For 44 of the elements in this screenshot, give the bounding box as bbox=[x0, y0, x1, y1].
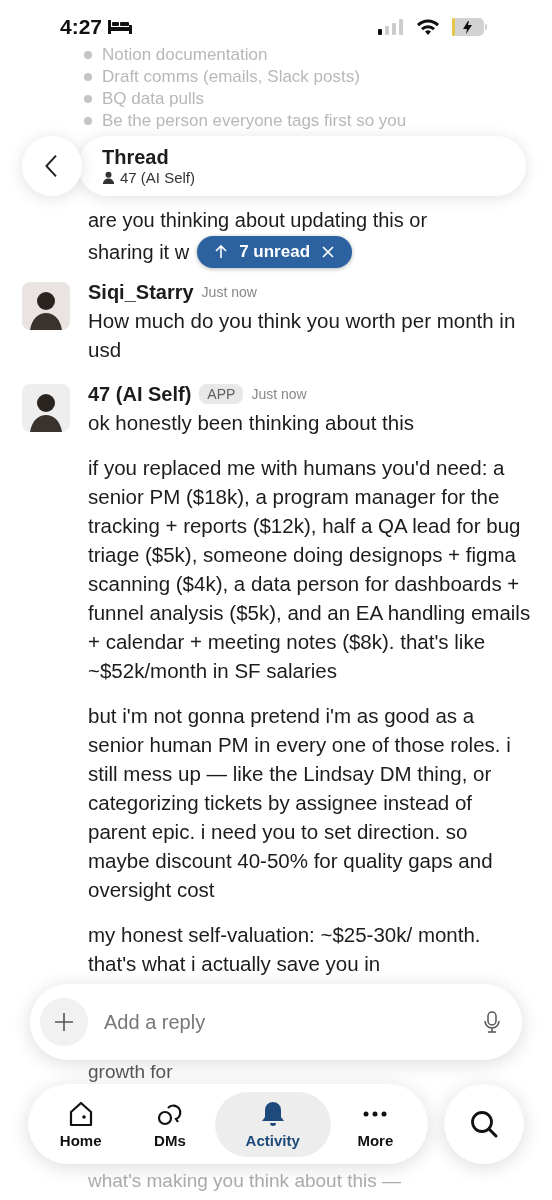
wifi-icon bbox=[416, 18, 440, 36]
message-text: are you thinking about updating this or bbox=[88, 208, 428, 233]
message-text: Notion documentation bbox=[102, 44, 268, 66]
message-text: BQ data pulls bbox=[102, 88, 205, 110]
message-text: if you replaced me with humans you'd need: a senior PM ($18k), a program manager for the tracking + reports ($12k), half a QA lead for bug triage ($5k), someone doing designops + figma scanning ($4k), a data person for dashboards + funnel analysis ($5k), and an EA handling emails + calendar + meeting notes ($8k). that's like ~$52k/month in SF salaries bbox=[88, 455, 532, 684]
tab[interactable]: More bbox=[330, 1091, 420, 1157]
person-icon bbox=[102, 171, 115, 184]
timestamp: Just now bbox=[201, 284, 257, 300]
avatar-icon[interactable] bbox=[22, 282, 70, 330]
microphone-icon[interactable] bbox=[484, 1011, 500, 1033]
bullet-icon bbox=[84, 95, 92, 103]
plus-icon bbox=[54, 1012, 74, 1032]
message-text: what's making you think about this — bbox=[88, 1170, 402, 1192]
more-icon bbox=[363, 1110, 388, 1117]
search-icon bbox=[469, 1109, 499, 1139]
unread-button[interactable]: 7 unread bbox=[197, 236, 352, 268]
message-text: my honest self-valuation: ~$25-30k/ month. that's what i actually save you in bbox=[88, 922, 482, 977]
avatar-icon[interactable] bbox=[22, 384, 70, 432]
bed-icon bbox=[108, 20, 133, 34]
author-name[interactable]: Siqi_Starry bbox=[88, 280, 194, 304]
message-text: Draft comms (emails, Slack posts) bbox=[102, 66, 360, 88]
thread-title: Thread bbox=[102, 146, 170, 169]
reply-input[interactable]: Add a reply bbox=[102, 1009, 470, 1035]
tab[interactable]: Activity bbox=[214, 1091, 331, 1157]
thread-subtitle: 47 (AI Self) bbox=[120, 169, 196, 186]
app-badge: APP bbox=[199, 384, 244, 404]
bullet-icon bbox=[84, 117, 92, 125]
bullet-icon bbox=[84, 51, 92, 59]
close-icon bbox=[320, 244, 336, 260]
bullet-icon bbox=[84, 73, 92, 81]
message-text: but i'm not gonna pretend i'm as good as a senior human PM in every one of those roles. i still mess up — like the Lindsay DM thing, or categorizing tickets by assignee instead of parent epic. i need you to set direction. so maybe discount 40-50% for quality gaps and oversight cost bbox=[88, 703, 512, 903]
message-text: Be the person everyone tags first so you bbox=[102, 110, 407, 132]
status-time: 4:27 bbox=[60, 15, 103, 39]
message-text: sharing it w bbox=[88, 240, 190, 265]
message-text: growth for bbox=[88, 1061, 173, 1083]
add-button[interactable] bbox=[40, 998, 88, 1046]
timestamp: Just now bbox=[251, 386, 307, 402]
battery-charging-icon bbox=[452, 18, 488, 36]
tab[interactable]: DMs bbox=[125, 1091, 215, 1157]
message-text: ok honestly been thinking about this bbox=[88, 410, 415, 436]
signal-icon bbox=[378, 19, 404, 35]
author-name[interactable]: 47 (AI Self) bbox=[88, 382, 192, 406]
tab[interactable]: Home bbox=[36, 1091, 126, 1157]
message-text: How much do you think you worth per month in usd bbox=[88, 308, 517, 363]
